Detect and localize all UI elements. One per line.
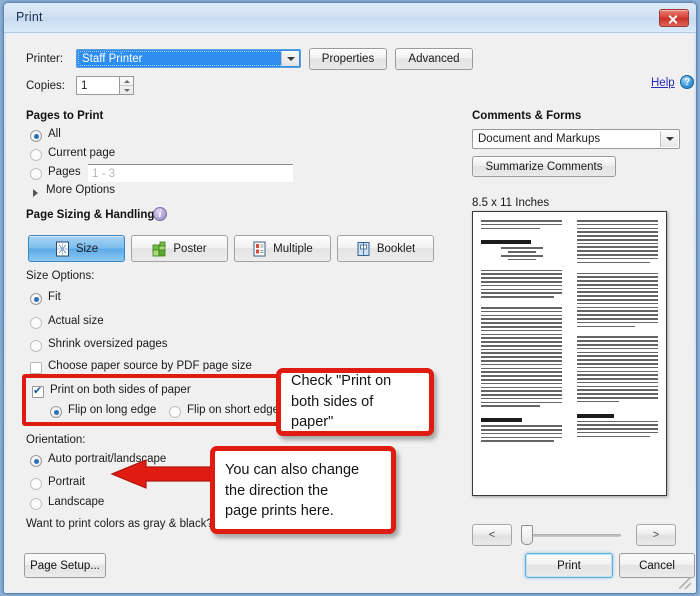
printer-select[interactable]: Staff Printer [76,49,301,68]
radio-fit-label: Fit [48,291,61,303]
copies-stepper[interactable] [120,76,134,95]
multiple-icon [252,241,267,257]
comments-forms-select[interactable]: Document and Markups [472,129,680,149]
radio-shrink-oversized-label: Shrink oversized pages [48,338,168,350]
close-icon[interactable] [659,9,689,27]
radio-flip-long-edge-label: Flip on long edge [68,404,157,416]
page-sizing-heading: Page Sizing & Handling [26,209,155,221]
pages-range-input[interactable]: 1 - 3 [88,164,293,182]
orientation-heading: Orientation: [26,434,86,446]
comments-forms-value: Document and Markups [478,133,601,145]
radio-all[interactable] [30,130,42,142]
annotation-callout-orientation-line3: page prints here. [225,503,334,520]
copies-label: Copies: [26,80,65,92]
radio-auto-orientation[interactable] [30,455,42,467]
annotation-callout-orientation-line1: You can also change [225,462,360,478]
booklet-mode-label: Booklet [376,242,416,255]
chevron-right-icon[interactable] [33,189,38,197]
radio-current-page[interactable] [30,149,42,161]
window-title: Print [16,10,43,24]
checkbox-print-both-sides-label: Print on both sides of paper [50,384,191,396]
annotation-callout-orientation-line2: the direction the [225,482,329,499]
radio-portrait[interactable] [30,478,42,490]
pages-to-print-heading: Pages to Print [26,110,104,122]
comments-forms-heading: Comments & Forms [472,110,582,122]
radio-shrink-oversized[interactable] [30,340,42,352]
prev-page-button[interactable]: < [472,524,512,546]
size-icon [55,241,70,257]
radio-actual-size[interactable] [30,317,42,329]
checkbox-paper-source[interactable] [30,362,42,374]
title-bar: Print [4,3,696,33]
booklet-icon [356,241,371,257]
next-page-button[interactable]: > [636,524,676,546]
size-mode-label: Size [75,242,99,255]
advanced-button[interactable]: Advanced [395,48,473,70]
page-slider-track[interactable] [528,534,621,537]
paper-size-label: 8.5 x 11 Inches [472,197,550,209]
print-button[interactable]: Print [525,553,613,578]
preview-column-right [576,220,658,487]
multiple-mode-button[interactable]: Multiple [234,235,331,262]
poster-mode-label: Poster [173,242,207,255]
poster-mode-button[interactable]: Poster [131,235,228,262]
printer-label: Printer: [26,53,64,65]
annotation-callout-orientation: You can also change the direction the pa… [210,446,396,534]
chevron-down-icon-comments[interactable] [660,131,678,147]
preview-column-left [481,220,563,487]
preview-page-content [481,220,658,487]
size-options-label: Size Options: [26,270,95,282]
checkbox-print-both-sides[interactable] [32,384,44,398]
multiple-mode-label: Multiple [273,242,313,255]
poster-icon [152,241,167,257]
info-icon[interactable]: i [153,207,167,221]
size-mode-button[interactable]: Size [28,235,125,262]
copies-stepper-down[interactable] [120,85,133,94]
resize-grip[interactable] [679,577,691,589]
radio-flip-long-edge[interactable] [50,406,62,418]
radio-fit[interactable] [30,293,42,305]
screenshot-root: Print Printer: Staff Printer Properties … [0,0,700,596]
radio-auto-orientation-label: Auto portrait/landscape [48,453,167,465]
summarize-comments-button[interactable]: Summarize Comments [472,156,616,177]
gray-black-question: Want to print colors as gray & black? [26,518,213,530]
more-options-link[interactable]: More Options [46,184,115,196]
annotation-callout-duplex: Check "Print on both sides of paper" [276,368,434,436]
copies-input[interactable]: 1 [76,76,120,95]
page-preview[interactable] [472,211,667,496]
page-setup-button[interactable]: Page Setup... [24,553,106,578]
properties-button[interactable]: Properties [309,48,387,70]
booklet-mode-button[interactable]: Booklet [337,235,434,262]
radio-current-page-label: Current page [48,147,116,159]
radio-landscape-label: Landscape [48,496,105,508]
radio-actual-size-label: Actual size [48,315,104,327]
page-slider-thumb[interactable] [521,525,533,545]
radio-flip-short-edge-label: Flip on short edge [187,404,280,416]
chevron-down-icon[interactable] [281,51,299,66]
help-link[interactable]: Help [651,77,675,89]
checkbox-paper-source-label: Choose paper source by PDF page size [48,360,252,372]
radio-pages-label: Pages [48,166,81,178]
radio-portrait-label: Portrait [48,476,86,488]
radio-pages[interactable] [30,168,42,180]
question-icon[interactable]: ? [680,75,694,89]
printer-select-value: Staff Printer [82,52,143,65]
radio-all-label: All [48,128,61,140]
radio-landscape[interactable] [30,498,42,510]
cancel-button[interactable]: Cancel [619,553,695,578]
copies-stepper-up[interactable] [120,77,133,85]
annotation-callout-duplex-text: Check "Print on both sides of paper" [291,373,392,431]
radio-flip-short-edge[interactable] [169,406,181,418]
